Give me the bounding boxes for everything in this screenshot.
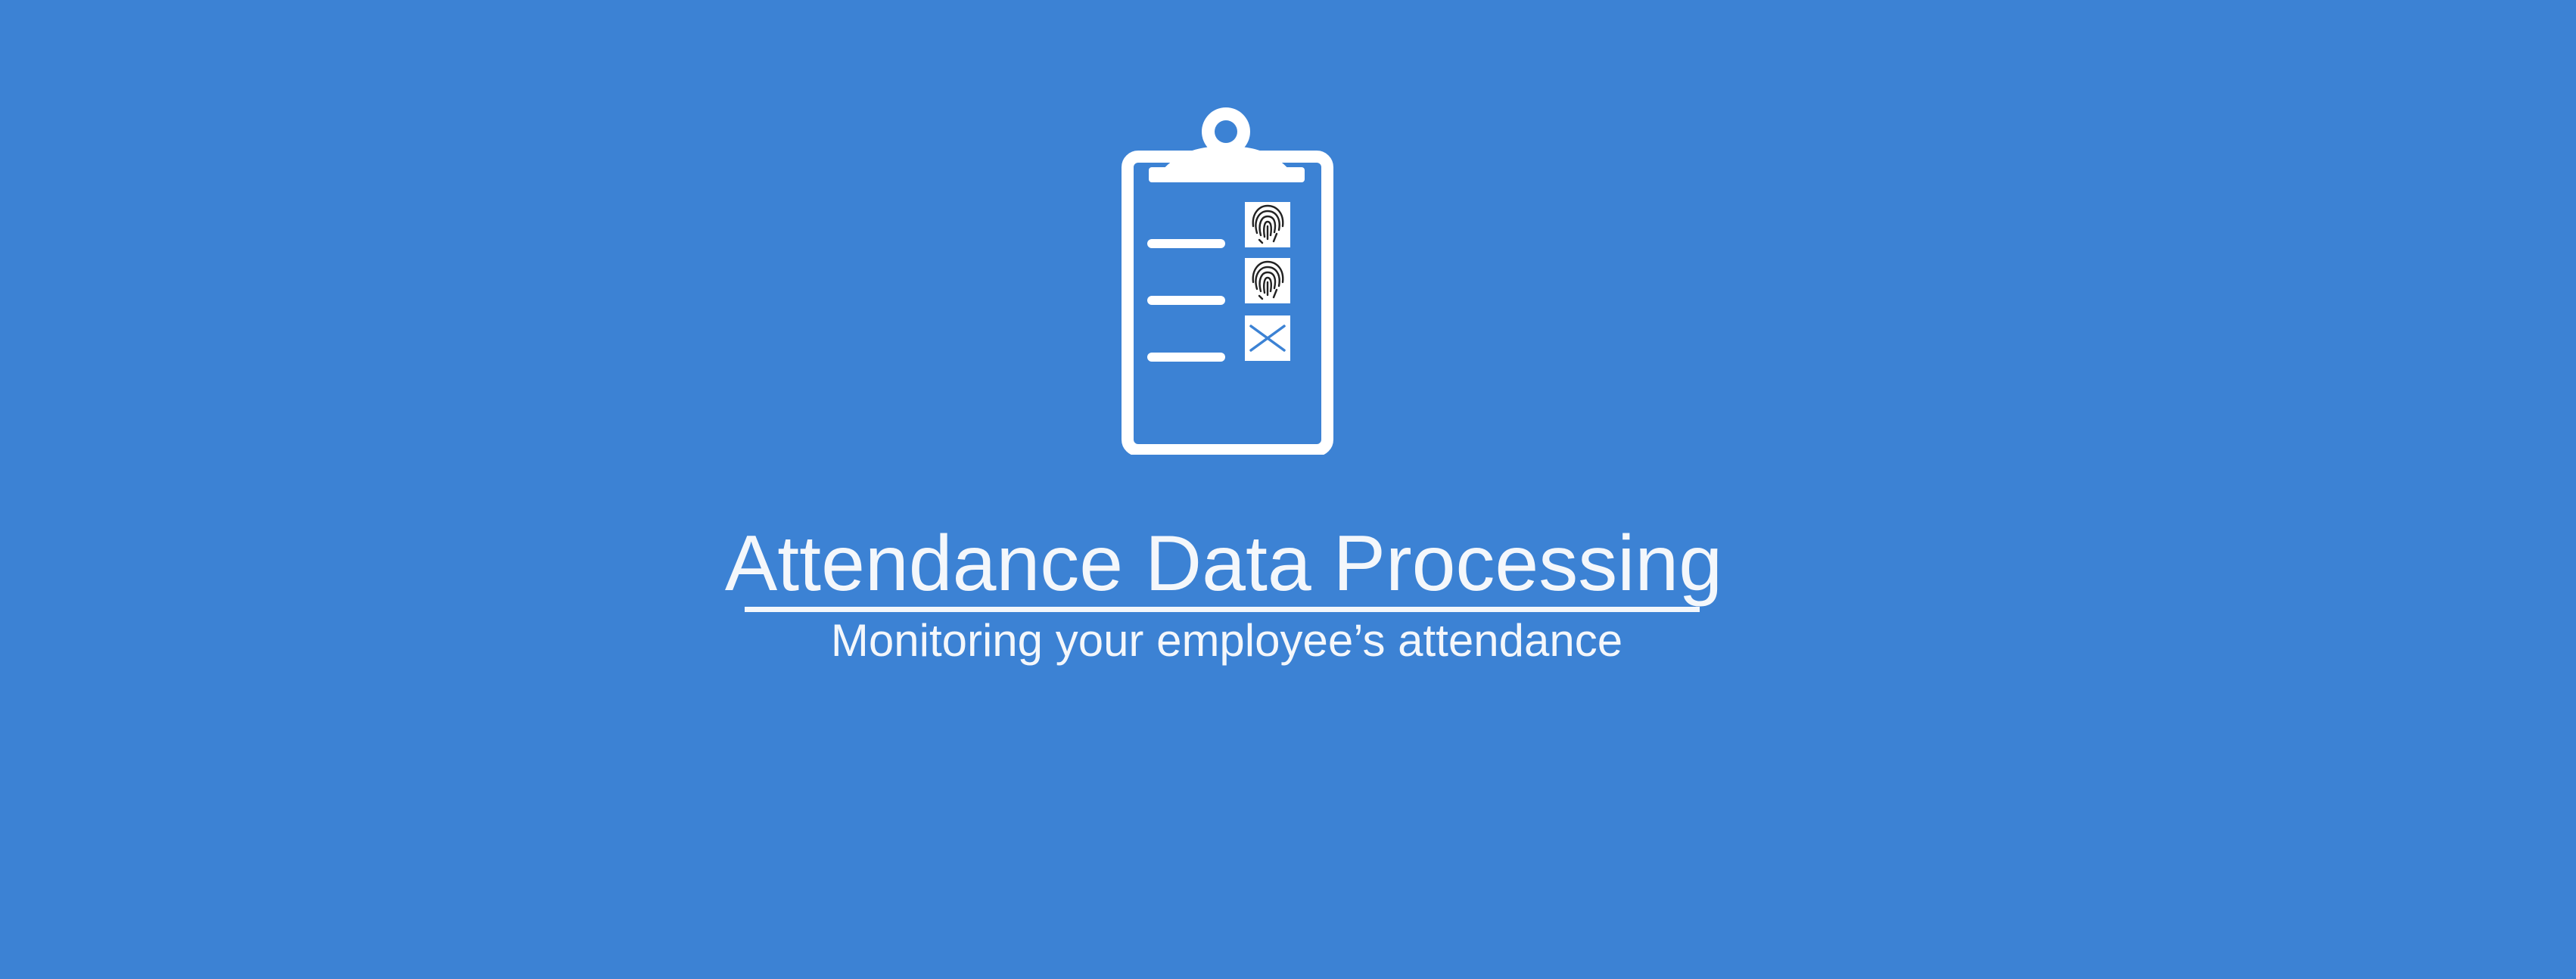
cross-icon xyxy=(1245,315,1290,361)
fingerprint-icon xyxy=(1245,202,1290,247)
title-underline xyxy=(745,607,1700,612)
fingerprint-icon xyxy=(1245,258,1290,303)
clipboard-attendance-icon xyxy=(1118,107,1338,455)
clipboard-row-line xyxy=(1147,296,1225,305)
clipboard-row-line xyxy=(1147,239,1225,248)
attendance-banner: Attendance Data Processing Monitoring yo… xyxy=(0,0,2576,979)
page-title: Attendance Data Processing xyxy=(724,520,1723,608)
page-subtitle: Monitoring your employee’s attendance xyxy=(830,615,1623,666)
clipboard-row-line xyxy=(1147,353,1225,362)
